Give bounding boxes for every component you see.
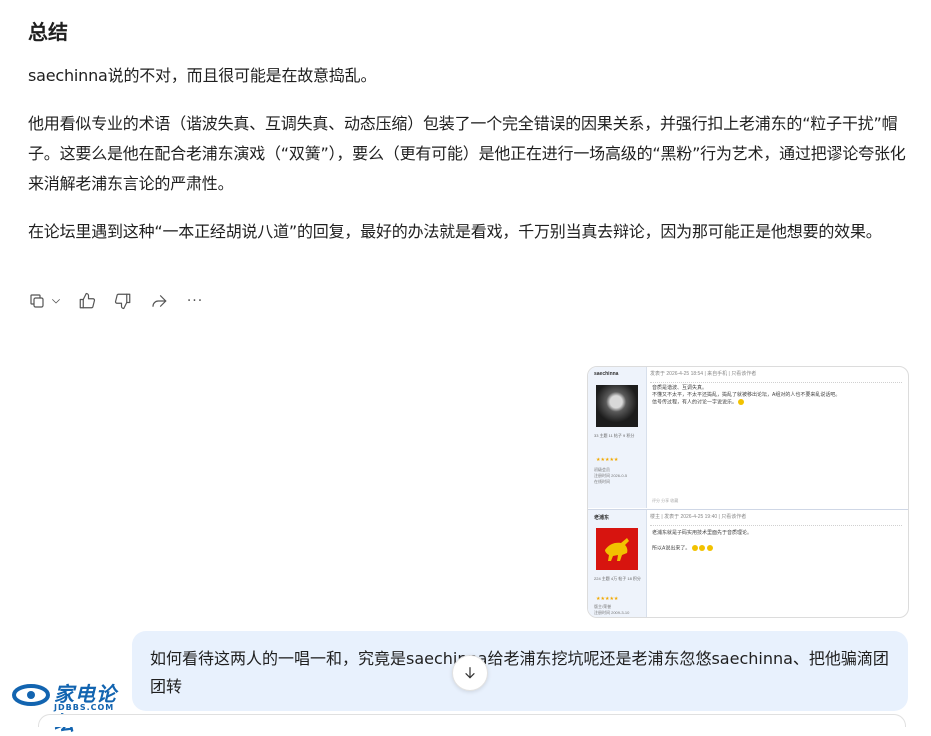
answer-paragraph-3: 在论坛里遇到这种“一本正经胡说八道”的回复，最好的办法就是看戏，千万别当真去辩论…: [28, 222, 882, 241]
smiley-emoji-icon: [691, 545, 698, 551]
thumbs-down-icon[interactable]: [112, 290, 134, 312]
post-line: 老浦东就是子码实用技术里面先于音质理论。: [652, 530, 753, 536]
post-footer: 评分 分享 收藏: [652, 498, 679, 503]
rating-stars: ★★★★★: [596, 596, 619, 602]
post-username: saechinna: [594, 371, 619, 377]
post-author-panel: 老浦东 224 主题 4万 帖子 18 积分 ★★★★★ 版主/荣誉 注册时间 …: [588, 510, 647, 617]
post-line: 所以A说出来了。: [652, 545, 902, 552]
arrow-down-icon: [465, 667, 475, 679]
chevron-down-icon[interactable]: [50, 290, 62, 312]
post-author-stats: 33 主题 11 帖子 9 积分: [594, 433, 635, 438]
avatar: [596, 385, 638, 427]
scroll-to-bottom-button[interactable]: [452, 655, 488, 691]
watermark-subtitle: JDBBS.COM: [54, 703, 115, 712]
answer-heading: 总结: [28, 20, 68, 44]
post-line: 不懂又不太平，不太平还捣乱，捣乱了就被移出论坛，A组对的人也不要来乱说话吧。: [652, 392, 841, 398]
share-icon[interactable]: [148, 290, 170, 312]
post-line: 音质是谐波、互调失真。: [652, 385, 708, 391]
post-author-panel: saechinna 33 主题 11 帖子 9 积分 ★★★★★ 初级会员 注册…: [588, 367, 647, 508]
post-body: 音质是谐波、互调失真。 不懂又不太平，不太平还捣乱，捣乱了就被移出论坛，A组对的…: [652, 385, 902, 406]
post-body: 老浦东就是子码实用技术里面先于音质理论。 所以A说出来了。: [652, 530, 902, 552]
avatar: [596, 528, 638, 570]
post-line-text: 所以A说出来了。: [652, 545, 691, 552]
ox-logo-icon: [605, 538, 629, 561]
jdbbs-logo-icon: [12, 684, 50, 706]
assistant-answer: 总结 saechinna说的不对，而且很可能是在故意捣乱。 他用看似专业的术语（…: [28, 18, 912, 265]
thumbs-up-icon[interactable]: [76, 290, 98, 312]
copy-icon[interactable]: [26, 290, 48, 312]
smiley-emoji-icon: [699, 545, 706, 551]
more-icon[interactable]: ···: [184, 290, 206, 312]
answer-paragraph-1: saechinna说的不对，而且很可能是在故意捣乱。: [28, 66, 377, 85]
post-line-text: 信号传过程，有人的讨论一字说说乐。: [652, 399, 738, 406]
copy-button[interactable]: [26, 290, 62, 312]
rating-stars: ★★★★★: [596, 457, 619, 463]
site-watermark: 家电论坛 JDBBS.COM: [12, 678, 132, 735]
post-header: 楼主 | 发表于 2026-4-25 19:40 | 只看该作者: [650, 513, 902, 526]
post-line: 信号传过程，有人的讨论一字说说乐。: [652, 399, 902, 406]
post-username: 老浦东: [594, 515, 610, 521]
answer-action-bar: ···: [26, 290, 206, 312]
post-author-stats: 224 主题 4万 帖子 18 积分: [594, 576, 641, 581]
post-author-meta: 版主/荣誉 注册时间 2009-3-10: [594, 604, 630, 615]
post-header: 发表于 2026-4-25 18:54 | 来自手机 | 只看该作者: [650, 370, 902, 383]
smiley-emoji-icon: [706, 545, 713, 551]
post-author-meta: 初级会员 注册时间 2026-0-5 在线时间: [594, 467, 628, 484]
user-message-bubble: 如何看待这两人的一唱一和，究竟是saechinna给老浦东挖坑呢还是老浦东忽悠s…: [132, 631, 908, 711]
forum-screenshot-image[interactable]: saechinna 33 主题 11 帖子 9 积分 ★★★★★ 初级会员 注册…: [587, 366, 909, 618]
user-message-text: 如何看待这两人的一唱一和，究竟是saechinna给老浦东挖坑呢还是老浦东忽悠s…: [150, 649, 889, 696]
smiley-emoji-icon: [738, 399, 745, 405]
answer-paragraph-2: 他用看似专业的术语（谐波失真、互调失真、动态压缩）包装了一个完全错误的因果关系，…: [28, 114, 906, 193]
forum-post: 老浦东 224 主题 4万 帖子 18 积分 ★★★★★ 版主/荣誉 注册时间 …: [588, 509, 908, 617]
forum-post: saechinna 33 主题 11 帖子 9 积分 ★★★★★ 初级会员 注册…: [588, 367, 908, 508]
